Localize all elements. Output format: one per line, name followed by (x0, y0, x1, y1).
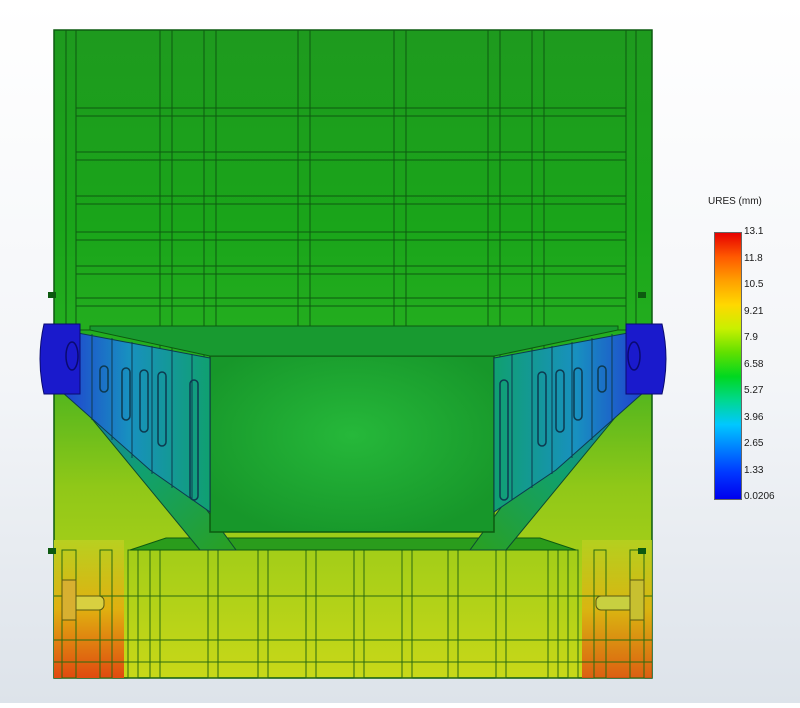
deformed-model (39, 29, 667, 679)
hopper-center-panel (209, 355, 495, 533)
legend-tick-label: 7.9 (744, 332, 758, 343)
color-legend: URES (mm) 13.1 11.8 10.5 9.21 7.9 6.58 5.27 3.9… (706, 196, 796, 516)
legend-tick-label: 1.33 (744, 464, 764, 476)
legend-tick-label: 6.58 (744, 358, 764, 370)
legend-tick-label: 5.27 (744, 385, 764, 396)
legend-title: URES (mm) (708, 196, 762, 207)
legend-tick-label: 13.1 (744, 226, 764, 237)
legend-tick-label: 11.8 (744, 252, 763, 264)
fea-viewport[interactable] (0, 0, 800, 703)
legend-color-bar (714, 232, 742, 500)
left-support-block (39, 323, 81, 395)
legend-tick-label: 3.96 (744, 411, 764, 423)
legend-tick-label: 0.0206 (744, 491, 775, 502)
legend-tick-label: 10.5 (744, 279, 764, 290)
legend-tick-label: 2.65 (744, 438, 764, 449)
right-support-block (625, 323, 667, 395)
upper-frame (53, 29, 653, 361)
legend-tick-label: 9.21 (744, 305, 764, 317)
